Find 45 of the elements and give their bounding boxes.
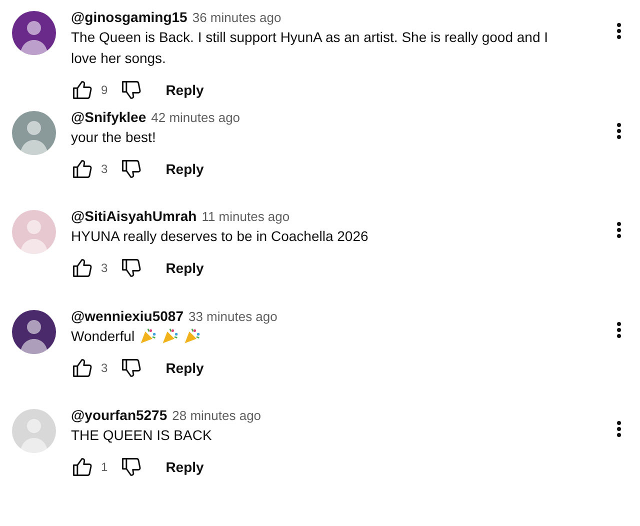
comment-author[interactable]: @wenniexiu5087: [71, 308, 184, 324]
like-icon[interactable]: [71, 79, 93, 101]
comment-time: 36 minutes ago: [192, 10, 282, 25]
comment-author[interactable]: @ginosgaming15: [71, 9, 188, 25]
comment-text: HYUNA really deserves to be in Coachella 2026: [71, 227, 368, 246]
comment-text: your the best!: [71, 128, 156, 147]
comment-text: Wonderful: [71, 326, 135, 346]
like-count: 3: [101, 360, 108, 374]
more-options-icon[interactable]: [616, 122, 622, 140]
like-count: 9: [101, 83, 108, 97]
like-count: 3: [101, 261, 108, 275]
like-icon[interactable]: [71, 456, 93, 478]
party-popper-icon: [160, 327, 179, 345]
comment-time: 28 minutes ago: [172, 408, 262, 423]
like-icon[interactable]: [71, 158, 93, 180]
comment-time: 33 minutes ago: [188, 308, 278, 324]
user-avatar[interactable]: [12, 11, 56, 55]
comment-text: The Queen is Back. I still support HyunA as an artist. She is really good and I love her songs.: [71, 28, 550, 68]
more-options-icon[interactable]: [616, 420, 622, 438]
party-popper-icon: [182, 327, 201, 345]
dislike-icon[interactable]: [120, 356, 142, 378]
user-avatar[interactable]: [12, 310, 56, 354]
reply-button[interactable]: Reply: [166, 82, 204, 98]
comment-text: THE QUEEN IS BACK: [71, 426, 212, 445]
comment-time: 42 minutes ago: [151, 110, 240, 124]
comment-author[interactable]: @yourfan5275: [71, 407, 168, 423]
more-options-icon[interactable]: [616, 320, 622, 338]
like-count: 3: [101, 162, 108, 176]
reply-button[interactable]: Reply: [166, 160, 204, 176]
dislike-icon[interactable]: [120, 158, 142, 180]
like-icon[interactable]: [71, 356, 93, 378]
comment-time: 11 minutes ago: [202, 209, 290, 224]
reply-button[interactable]: Reply: [166, 459, 204, 475]
dislike-icon[interactable]: [120, 257, 142, 279]
reply-button[interactable]: Reply: [166, 260, 204, 276]
dislike-icon[interactable]: [120, 79, 142, 101]
comment-author[interactable]: @SitiAisyahUmrah: [71, 208, 197, 224]
more-options-icon[interactable]: [616, 22, 622, 40]
dislike-icon[interactable]: [120, 456, 142, 478]
like-icon[interactable]: [71, 257, 93, 279]
reply-button[interactable]: Reply: [166, 360, 204, 376]
more-options-icon[interactable]: [616, 221, 622, 239]
party-popper-icon: [138, 327, 157, 345]
like-count: 1: [101, 460, 108, 474]
comment-author[interactable]: @Snifyklee: [71, 108, 146, 124]
